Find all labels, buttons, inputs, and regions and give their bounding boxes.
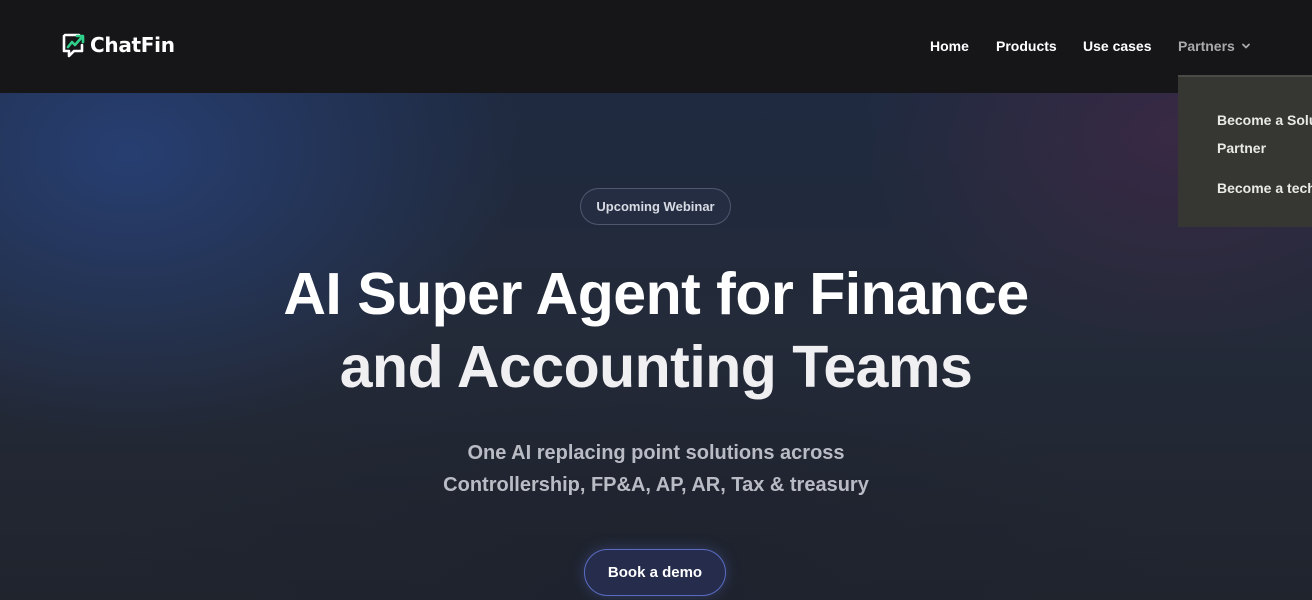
nav-products[interactable]: Products [996, 38, 1057, 54]
chevron-down-icon [1241, 43, 1250, 49]
nav-use-cases[interactable]: Use cases [1083, 38, 1152, 54]
hero-headline: AI Super Agent for Finance and Accountin… [156, 258, 1156, 404]
nav-partners[interactable]: Partners [1178, 38, 1251, 54]
hero-headline-line2: and Accounting Teams [339, 334, 973, 400]
hero-headline-line1: AI Super Agent for Finance [283, 261, 1029, 327]
dropdown-item-solution-partner-line2: Partner [1217, 140, 1267, 156]
hero-subheadline-line2: Controllership, FP&A, AP, AR, Tax & trea… [443, 474, 869, 496]
dropdown-item-solution-partner-line1: Become a Solution [1217, 112, 1312, 128]
upcoming-webinar-pill[interactable]: Upcoming Webinar [580, 188, 731, 225]
hero-subheadline: One AI replacing point solutions across … [256, 437, 1056, 501]
partners-dropdown-menu: Become a Solution Partner Become a techn… [1178, 75, 1312, 227]
dropdown-item-technology-partner[interactable]: Become a technology partner [1217, 174, 1312, 202]
site-header: ChatFin Home Products Use cases Partners [0, 0, 1312, 93]
dropdown-item-technology-partner-label: Become a technology partner [1217, 180, 1312, 196]
nav-partners-label: Partners [1178, 38, 1235, 54]
page: ChatFin Home Products Use cases Partners… [0, 0, 1312, 600]
hero-subheadline-line1: One AI replacing point solutions across [467, 442, 845, 464]
main-nav: Home Products Use cases Partners [0, 38, 1312, 58]
nav-home[interactable]: Home [930, 38, 969, 54]
book-demo-button[interactable]: Book a demo [584, 549, 726, 596]
dropdown-item-solution-partner[interactable]: Become a Solution Partner [1217, 106, 1312, 162]
